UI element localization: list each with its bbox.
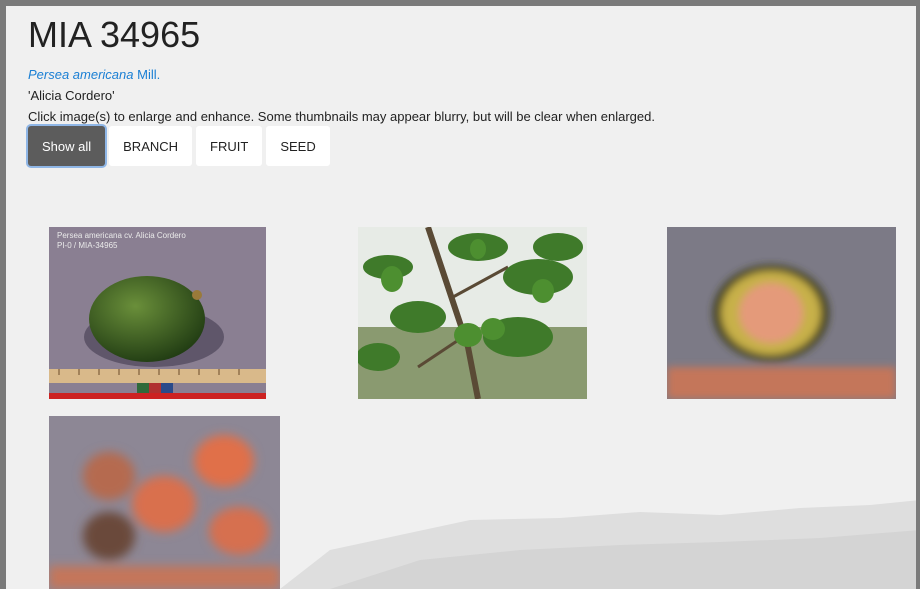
filter-bar: Show all BRANCH FRUIT SEED xyxy=(28,126,330,166)
thumbnail-branch[interactable] xyxy=(358,227,587,399)
thumbnail-fruit-cut[interactable] xyxy=(667,227,896,399)
instruction-text: Click image(s) to enlarge and enhance. S… xyxy=(28,109,655,124)
caption-line-2: PI-0 / MIA-34965 xyxy=(57,241,118,250)
thumbnail-fruit-whole[interactable]: Persea americana cv. Alicia Cordero PI-0… xyxy=(49,227,266,399)
filter-branch-button[interactable]: BRANCH xyxy=(109,126,193,166)
cultivar-name: 'Alicia Cordero' xyxy=(28,88,115,103)
species-name: Persea americana xyxy=(28,67,134,82)
page-title: MIA 34965 xyxy=(28,14,201,55)
species-author: Mill. xyxy=(137,67,161,82)
species-link[interactable]: Persea americana Mill. xyxy=(28,67,160,82)
caption-line-1: Persea americana cv. Alicia Cordero xyxy=(57,231,186,240)
filter-show-all-button[interactable]: Show all xyxy=(28,126,106,166)
filter-fruit-button[interactable]: FRUIT xyxy=(196,126,263,166)
thumbnail-seeds[interactable] xyxy=(49,416,280,589)
filter-seed-button[interactable]: SEED xyxy=(266,126,330,166)
thumbnail-caption: Persea americana cv. Alicia Cordero PI-0… xyxy=(57,231,186,251)
